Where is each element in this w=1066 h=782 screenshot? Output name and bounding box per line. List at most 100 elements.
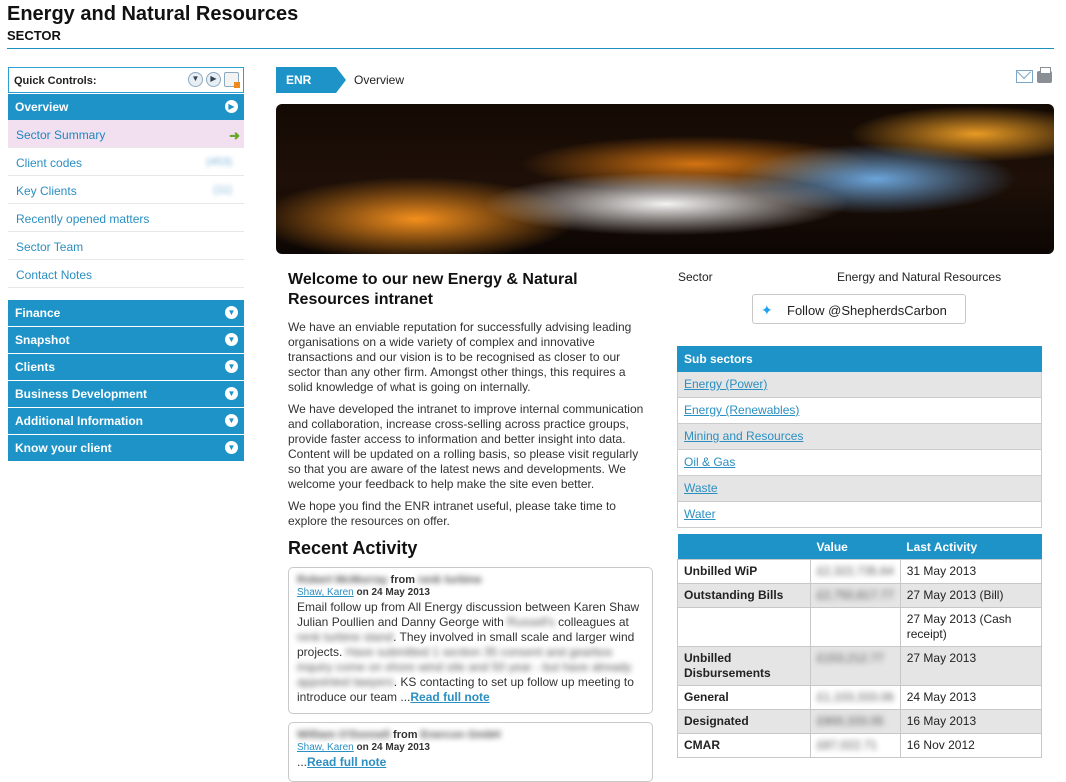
nav-item-count: (11) [213, 184, 232, 196]
collapse-all-icon[interactable]: ▼ [188, 72, 203, 87]
read-full-note-link[interactable]: Read full note [410, 690, 489, 704]
nav-item-client-codes[interactable]: Client codes (453) [8, 148, 244, 176]
banner-image [276, 104, 1054, 254]
chevron-down-icon: ▼ [225, 360, 238, 373]
redacted-value: £900,333.05 [817, 714, 884, 728]
row-activity: 27 May 2013 (Bill) [899, 583, 1043, 608]
activity-author-link[interactable]: Shaw, Karen [297, 587, 354, 598]
sub-sectors-header: Sub sectors [677, 346, 1042, 372]
quick-controls-label: Quick Controls: [14, 75, 97, 87]
nav-item-key-clients[interactable]: Key Clients (11) [8, 176, 244, 204]
activity-date-prefix: on [356, 587, 369, 598]
table-row: 27 May 2013 (Cash receipt) [677, 607, 1043, 647]
sector-value: Energy and Natural Resources [837, 270, 1002, 284]
row-activity: 24 May 2013 [899, 685, 1043, 710]
settings-icon[interactable] [224, 72, 240, 88]
nav-section-snapshot[interactable]: Snapshot ▼ [8, 327, 244, 353]
nav-item-sector-summary[interactable]: Sector Summary ➜ [8, 120, 244, 148]
list-item: Energy (Renewables) [677, 398, 1042, 424]
redacted-value: £153,212.77 [817, 651, 884, 665]
nav-section-clients[interactable]: Clients ▼ [8, 354, 244, 380]
activity-card: Robert McMurray from renk turbine Shaw, … [288, 567, 653, 714]
sub-sectors-panel: Sub sectors Energy (Power) Energy (Renew… [677, 346, 1042, 528]
sub-sector-link[interactable]: Energy (Renewables) [684, 403, 799, 417]
activity-date: 24 May 2013 [371, 742, 430, 753]
arrow-right-icon: ➜ [229, 128, 240, 143]
read-full-note-link[interactable]: Read full note [307, 755, 386, 769]
activity-person: William O'Donnell [297, 729, 390, 741]
print-icon[interactable] [1037, 67, 1052, 83]
nav-overview[interactable]: Overview ▶ [8, 94, 244, 120]
row-value: £2,750,817.77 [810, 583, 901, 608]
activity-meta: Shaw, Karen on 24 May 2013 [297, 742, 644, 753]
row-activity: 16 May 2013 [899, 709, 1043, 734]
breadcrumb: ENR Overview [276, 67, 646, 93]
nav-section-business-development[interactable]: Business Development ▼ [8, 381, 244, 407]
header-divider [7, 48, 1054, 49]
sub-sector-link[interactable]: Oil & Gas [684, 455, 735, 469]
row-label: Unbilled WiP [677, 559, 811, 584]
row-activity: 31 May 2013 [899, 559, 1043, 584]
sub-sector-link[interactable]: Waste [684, 481, 718, 495]
welcome-paragraph: We hope you find the ENR intranet useful… [288, 499, 616, 528]
activity-body: Email follow up from All Energy discussi… [297, 600, 644, 705]
row-label: CMAR [677, 733, 811, 758]
nav-section-label: Know your client [15, 441, 112, 455]
sector-label: Sector [678, 270, 713, 284]
twitter-follow-button[interactable]: ✦ Follow @ShepherdsCarbon [752, 294, 966, 324]
activity-meta: Shaw, Karen on 24 May 2013 [297, 587, 644, 598]
nav-section-know-your-client[interactable]: Know your client ▼ [8, 435, 244, 461]
fast-forward-icon[interactable]: ▶ [206, 72, 221, 87]
activity-from: from [393, 729, 418, 741]
nav-item-label: Contact Notes [16, 268, 93, 282]
row-label: Outstanding Bills [677, 583, 811, 608]
activity-text: colleagues at [558, 615, 629, 629]
list-item: Oil & Gas [677, 450, 1042, 476]
financials-table: Value Last Activity Unbilled WiP £2,322,… [677, 534, 1043, 758]
nav-item-recently-opened-matters[interactable]: Recently opened matters [8, 204, 244, 232]
table-row: Designated £900,333.05 16 May 2013 [677, 709, 1043, 734]
row-value: £87,022.71 [810, 733, 901, 758]
activity-date: 24 May 2013 [371, 587, 430, 598]
chevron-down-icon: ▼ [225, 441, 238, 454]
activity-person: Robert McMurray [297, 574, 388, 586]
row-value [810, 607, 901, 647]
row-activity: 16 Nov 2012 [899, 733, 1043, 758]
breadcrumb-arrow [336, 67, 346, 93]
activity-body: ...Read full note [297, 755, 644, 770]
nav-section-label: Snapshot [15, 333, 70, 347]
activity-author-link[interactable]: Shaw, Karen [297, 742, 354, 753]
breadcrumb-root[interactable]: ENR [276, 67, 336, 93]
nav-section-finance[interactable]: Finance ▼ [8, 300, 244, 326]
chevron-down-icon: ▼ [225, 333, 238, 346]
nav-item-sector-team[interactable]: Sector Team [8, 232, 244, 260]
activity-redacted: renk turbine stand [297, 630, 394, 644]
column-header [677, 534, 811, 560]
activity-org: Enercon GmbH [420, 729, 501, 741]
column-header: Last Activity [900, 534, 1042, 560]
nav-item-label: Sector Team [16, 240, 84, 254]
nav-item-label: Key Clients [16, 184, 77, 198]
nav-section-label: Finance [15, 306, 61, 320]
table-row: Unbilled WiP £2,322,735.64 31 May 2013 [677, 559, 1043, 584]
welcome-section: Welcome to our new Energy & Natural Reso… [288, 270, 653, 536]
nav-section-additional-information[interactable]: Additional Information ▼ [8, 408, 244, 434]
redacted-value: £2,750,817.77 [817, 588, 894, 602]
page-subtitle: SECTOR [7, 28, 61, 43]
sub-sector-link[interactable]: Energy (Power) [684, 377, 767, 391]
sub-sector-link[interactable]: Mining and Resources [684, 429, 803, 443]
row-label [677, 607, 811, 647]
redacted-value: £1,103,333.06 [817, 690, 894, 704]
activity-date-prefix: on [356, 742, 369, 753]
page-title: Energy and Natural Resources [7, 3, 299, 25]
sub-sector-link[interactable]: Water [684, 507, 716, 521]
row-activity: 27 May 2013 (Cash receipt) [899, 607, 1043, 647]
email-icon[interactable] [1016, 70, 1033, 83]
nav-item-contact-notes[interactable]: Contact Notes [8, 260, 244, 288]
redacted-value: £87,022.71 [817, 738, 878, 752]
recent-activity-title: Recent Activity [288, 538, 418, 558]
row-value: £2,322,735.64 [810, 559, 901, 584]
activity-header: William O'Donnell from Enercon GmbH [297, 729, 644, 741]
twitter-follow-label: Follow @ShepherdsCarbon [787, 303, 947, 318]
table-row: General £1,103,333.06 24 May 2013 [677, 685, 1043, 710]
